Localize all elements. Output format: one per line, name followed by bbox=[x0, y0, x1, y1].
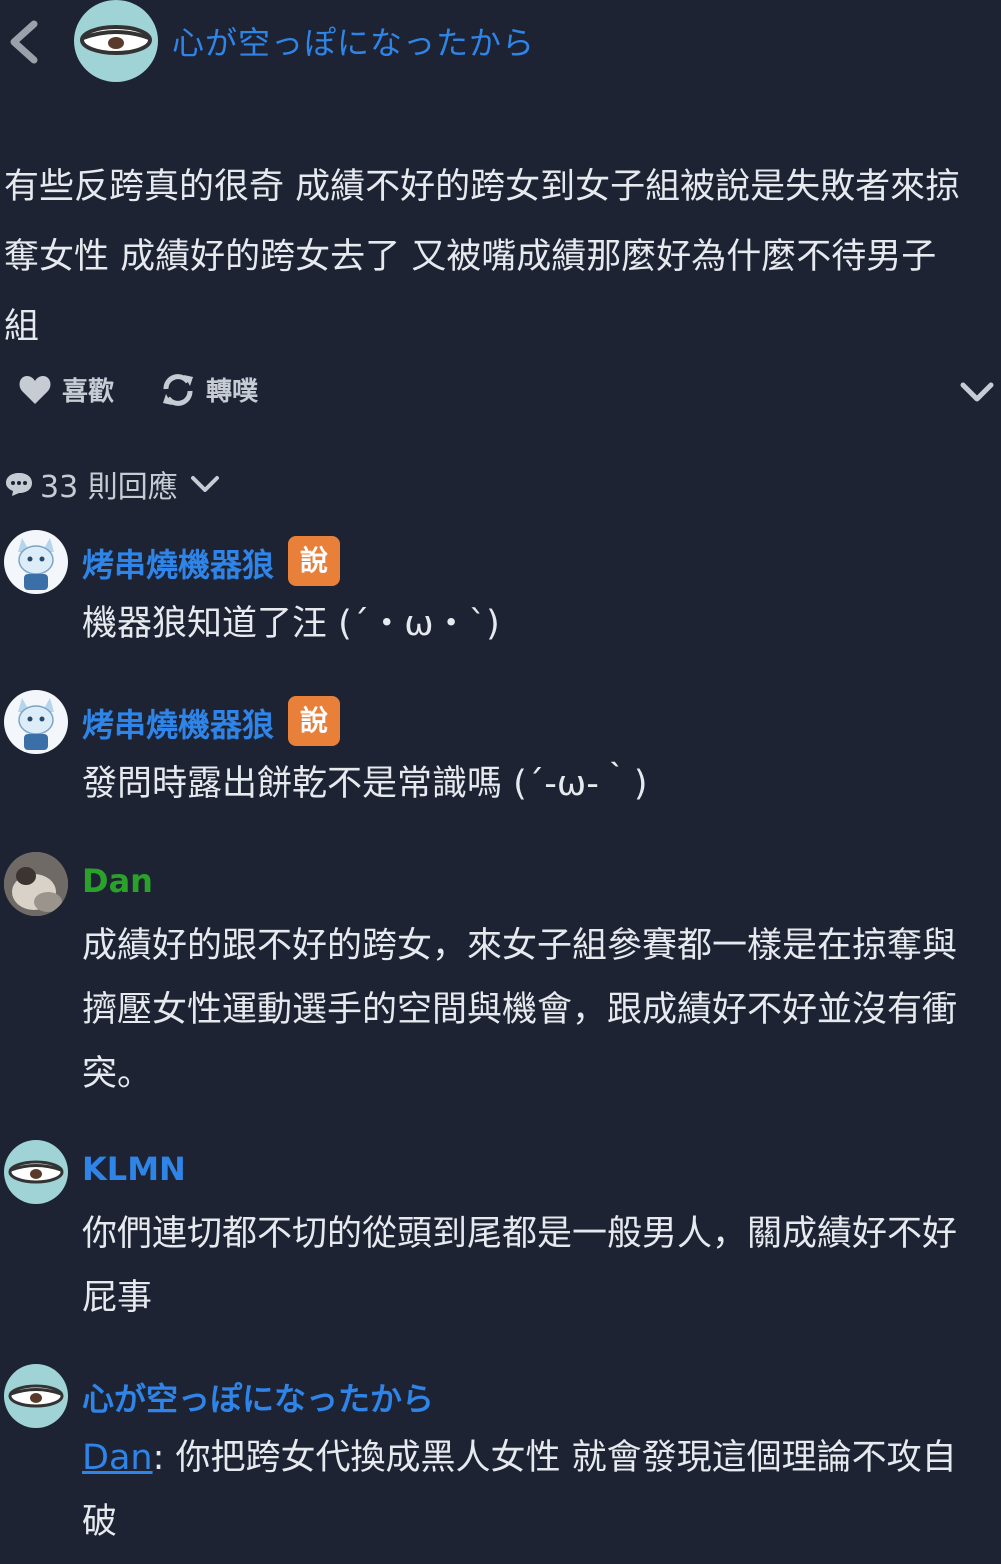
wolf-avatar-icon bbox=[18, 698, 54, 750]
reply-line: 發問時露出餅乾不是常識嗎 (´-ω-｀) bbox=[82, 764, 648, 804]
wolf-avatar-icon bbox=[18, 538, 54, 590]
responses-toggle[interactable]: 33 則回應 bbox=[4, 462, 226, 506]
back-button[interactable] bbox=[6, 18, 42, 66]
reply-line: 成績好的跟不好的跨女，來女子組參賽都一樣是在掠奪與 bbox=[82, 926, 958, 966]
reply-text: 成績好的跟不好的跨女，來女子組參賽都一樣是在掠奪與 擠壓女性運動選手的空間與機會… bbox=[82, 914, 1001, 1106]
reply-author[interactable]: 烤串燒機器狼 bbox=[82, 540, 274, 586]
like-label: 喜歡 bbox=[62, 377, 115, 407]
reply-text: 機器狼知道了汪 (´・ω・`) bbox=[82, 592, 1001, 656]
post-actions: 喜歡 轉噗 bbox=[0, 365, 1001, 425]
chevron-left-icon bbox=[10, 20, 38, 64]
avatar[interactable] bbox=[4, 1364, 68, 1428]
avatar[interactable] bbox=[4, 690, 68, 754]
like-button[interactable]: 喜歡 bbox=[18, 371, 114, 408]
post-content: 有些反跨真的很奇 成績不好的跨女到女子組被說是失敗者來掠 奪女性 成績好的跨女去… bbox=[4, 152, 1001, 362]
eye-avatar-icon bbox=[80, 25, 152, 55]
chevron-down-icon bbox=[960, 382, 994, 402]
reply-text: 發問時露出餅乾不是常識嗎 (´-ω-｀) bbox=[82, 752, 1001, 816]
post-line: 組 bbox=[4, 307, 40, 347]
post-line: 有些反跨真的很奇 成績不好的跨女到女子組被說是失敗者來掠 bbox=[4, 167, 961, 207]
eye-avatar-icon bbox=[8, 1384, 64, 1408]
replurk-icon bbox=[163, 373, 193, 406]
reply-line: 你們連切都不切的從頭到尾都是一般男人，關成績好不好 bbox=[82, 1214, 958, 1254]
reply-line: 屁事 bbox=[82, 1278, 153, 1318]
reply-line-rest: : 你把跨女代換成黑人女性 就會發現這個理論不攻自 bbox=[152, 1438, 957, 1478]
heart-icon bbox=[19, 375, 51, 404]
mention-link[interactable]: Dan bbox=[82, 1438, 153, 1478]
qualifier-badge: 說 bbox=[288, 696, 340, 746]
reply-line: 擠壓女性運動選手的空間與機會，跟成績好不好並沒有衝 bbox=[82, 990, 958, 1030]
post-line: 奪女性 成績好的跨女去了 又被嘴成績那麼好為什麼不待男子 bbox=[4, 237, 937, 277]
speech-bubble-icon bbox=[6, 473, 32, 496]
author-avatar[interactable] bbox=[74, 0, 158, 82]
reply-author[interactable]: KLMN bbox=[82, 1150, 186, 1188]
plurk-header: 心が空っぽになったから bbox=[0, 0, 1001, 84]
reply-text: 你們連切都不切的從頭到尾都是一般男人，關成績好不好 屁事 bbox=[82, 1202, 1001, 1330]
avatar[interactable] bbox=[4, 852, 68, 916]
cat-photo-avatar-icon bbox=[4, 852, 68, 916]
avatar[interactable] bbox=[4, 1140, 68, 1204]
responses-count: 33 則回應 bbox=[40, 470, 178, 505]
reply-text: Dan: 你把跨女代換成黑人女性 就會發現這個理論不攻自 破 bbox=[82, 1426, 1001, 1554]
more-options-button[interactable] bbox=[959, 375, 995, 411]
replurk-label: 轉噗 bbox=[206, 377, 259, 407]
replurk-button[interactable]: 轉噗 bbox=[160, 371, 258, 408]
reply-author[interactable]: 烤串燒機器狼 bbox=[82, 700, 274, 746]
chevron-down-icon bbox=[190, 476, 219, 492]
reply-line: Dan: 你把跨女代換成黑人女性 就會發現這個理論不攻自 bbox=[82, 1426, 1001, 1490]
avatar[interactable] bbox=[4, 530, 68, 594]
author-name[interactable]: 心が空っぽになったから bbox=[172, 18, 535, 64]
reply-author[interactable]: 心が空っぽになったから bbox=[82, 1374, 434, 1420]
reply-author[interactable]: Dan bbox=[82, 862, 153, 900]
reply-line: 機器狼知道了汪 (´・ω・`) bbox=[82, 604, 500, 644]
reply-line: 破 bbox=[82, 1502, 118, 1542]
eye-avatar-icon bbox=[8, 1160, 64, 1184]
qualifier-badge: 說 bbox=[288, 536, 340, 586]
reply-line: 突。 bbox=[82, 1054, 153, 1094]
